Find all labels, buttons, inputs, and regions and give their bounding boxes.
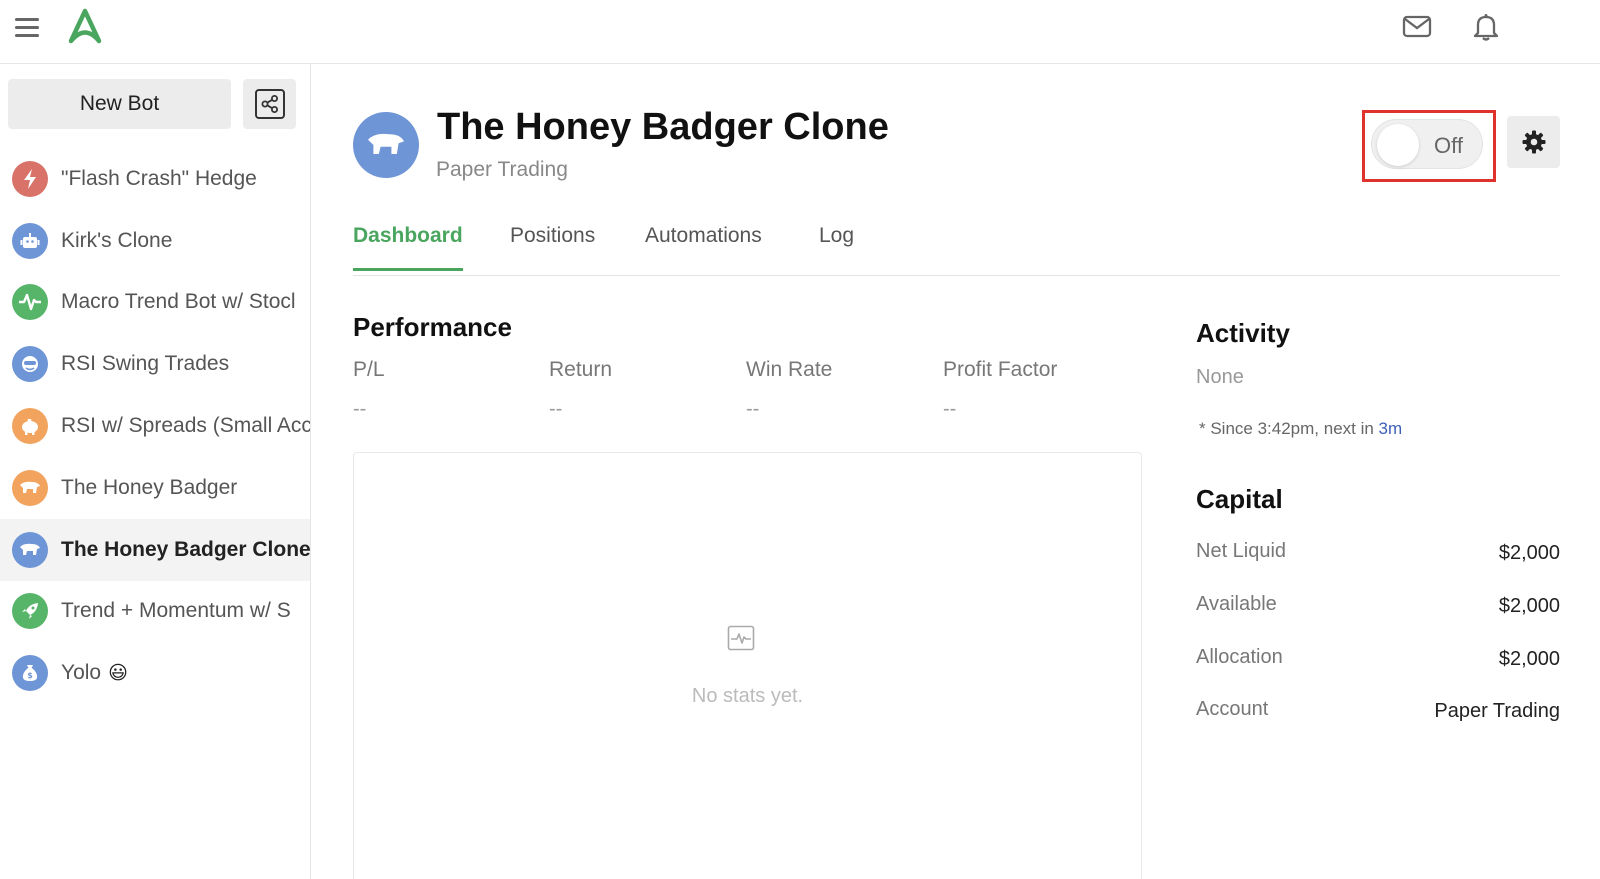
tab-bar: Dashboard Positions Automations Log bbox=[353, 212, 1560, 276]
bot-name: RSI Swing Trades bbox=[61, 352, 230, 376]
capital-row-account: Account Paper Trading bbox=[1196, 698, 1560, 728]
stat-label-profit-factor: Profit Factor bbox=[943, 358, 1058, 381]
bot-on-off-toggle[interactable]: Off bbox=[1371, 119, 1483, 169]
performance-heading: Performance bbox=[353, 312, 512, 342]
activity-since-text: * Since 3:42pm, next in 3m bbox=[1199, 419, 1402, 439]
sidebar: New Bot "Flash Crash" Hedge Kirk's Clone bbox=[0, 64, 311, 879]
since-label: * Since 3:42pm, next in bbox=[1199, 419, 1379, 438]
chart-pulse-icon bbox=[727, 625, 755, 651]
bot-list: "Flash Crash" Hedge Kirk's Clone Macro T… bbox=[0, 148, 311, 704]
capital-row-available: Available $2,000 bbox=[1196, 593, 1560, 623]
no-stats-message: No stats yet. bbox=[691, 685, 804, 707]
heartbeat-icon bbox=[12, 284, 48, 321]
capital-value: $2,000 bbox=[1498, 542, 1560, 564]
smiley-emoji: 😃 bbox=[108, 662, 128, 684]
bot-name: Kirk's Clone bbox=[61, 228, 173, 252]
new-bot-button[interactable]: New Bot bbox=[8, 79, 231, 129]
tab-positions[interactable]: Positions bbox=[510, 224, 595, 268]
stat-value-win-rate: -- bbox=[746, 398, 760, 420]
bot-item-macro-trend-bot[interactable]: Macro Trend Bot w/ Stocl bbox=[0, 272, 310, 334]
bot-name: Macro Trend Bot w/ Stocl bbox=[61, 290, 296, 314]
capital-label: Net Liquid bbox=[1196, 540, 1287, 562]
bot-item-rsi-swing-trades[interactable]: RSI Swing Trades bbox=[0, 333, 310, 395]
bot-item-flash-crash-hedge[interactable]: "Flash Crash" Hedge bbox=[0, 148, 310, 210]
share-button[interactable] bbox=[243, 79, 296, 129]
bot-item-trend-momentum[interactable]: Trend + Momentum w/ S bbox=[0, 581, 310, 643]
next-run-link[interactable]: 3m bbox=[1379, 419, 1403, 438]
stat-label-win-rate: Win Rate bbox=[746, 358, 833, 381]
badger-icon bbox=[353, 112, 419, 178]
mail-icon[interactable] bbox=[1402, 14, 1432, 40]
bot-item-the-honey-badger-clone[interactable]: The Honey Badger Clone bbox=[0, 518, 311, 581]
piggy-bank-icon bbox=[12, 408, 48, 445]
page-title: The Honey Badger Clone bbox=[437, 106, 889, 148]
tab-dashboard[interactable]: Dashboard bbox=[353, 224, 463, 271]
toggle-knob bbox=[1377, 124, 1419, 166]
stat-label-pl: P/L bbox=[353, 358, 385, 381]
app-logo-icon[interactable] bbox=[64, 6, 106, 48]
gear-icon bbox=[1522, 130, 1545, 154]
stat-value-profit-factor: -- bbox=[943, 398, 957, 420]
rocket-icon bbox=[12, 593, 48, 630]
capital-value: Paper Trading bbox=[1434, 700, 1560, 722]
badger-icon bbox=[12, 531, 48, 568]
activity-none-text: None bbox=[1196, 366, 1244, 388]
capital-label: Allocation bbox=[1196, 646, 1283, 668]
robot-icon bbox=[12, 222, 48, 259]
bot-name: RSI w/ Spreads (Small Acc bbox=[61, 414, 311, 438]
tab-automations[interactable]: Automations bbox=[645, 224, 762, 268]
face-icon bbox=[12, 346, 48, 383]
svg-text:$: $ bbox=[27, 671, 33, 680]
money-bag-icon: $ bbox=[12, 655, 48, 692]
capital-value: $2,000 bbox=[1498, 648, 1560, 670]
performance-chart-card: No stats yet. bbox=[353, 452, 1142, 879]
tab-log[interactable]: Log bbox=[819, 224, 854, 268]
lightning-bolt-icon bbox=[12, 160, 48, 197]
capital-heading: Capital bbox=[1196, 484, 1283, 514]
main-panel: The Honey Badger Clone Paper Trading Off… bbox=[311, 64, 1600, 879]
bot-name: The Honey Badger bbox=[61, 475, 238, 499]
bot-name: The Honey Badger Clone bbox=[61, 537, 311, 561]
bot-item-yolo[interactable]: $ Yolo 😃 bbox=[0, 642, 310, 704]
badger-icon bbox=[12, 469, 48, 506]
capital-row-allocation: Allocation $2,000 bbox=[1196, 646, 1560, 676]
bot-item-rsi-spreads[interactable]: RSI w/ Spreads (Small Acc bbox=[0, 395, 311, 457]
capital-label: Account bbox=[1196, 698, 1269, 720]
capital-label: Available bbox=[1196, 593, 1277, 615]
stat-value-pl: -- bbox=[353, 398, 367, 420]
bell-icon[interactable] bbox=[1472, 12, 1500, 42]
capital-row-net-liquid: Net Liquid $2,000 bbox=[1196, 540, 1560, 570]
stat-label-return: Return bbox=[549, 358, 613, 381]
bot-item-kirks-clone[interactable]: Kirk's Clone bbox=[0, 210, 310, 272]
hamburger-menu-icon[interactable] bbox=[14, 14, 40, 40]
stat-value-return: -- bbox=[549, 398, 563, 420]
bot-name: "Flash Crash" Hedge bbox=[61, 166, 257, 190]
toggle-label: Off bbox=[1434, 133, 1463, 158]
top-bar bbox=[0, 0, 1600, 64]
activity-heading: Activity bbox=[1196, 318, 1290, 348]
share-icon bbox=[254, 89, 285, 119]
page-subtitle: Paper Trading bbox=[436, 158, 568, 181]
capital-value: $2,000 bbox=[1498, 595, 1560, 617]
bot-name: Trend + Momentum w/ S bbox=[61, 599, 291, 623]
bot-name: Yolo bbox=[61, 661, 102, 685]
settings-button[interactable] bbox=[1507, 116, 1560, 168]
bot-item-the-honey-badger[interactable]: The Honey Badger bbox=[0, 457, 310, 519]
